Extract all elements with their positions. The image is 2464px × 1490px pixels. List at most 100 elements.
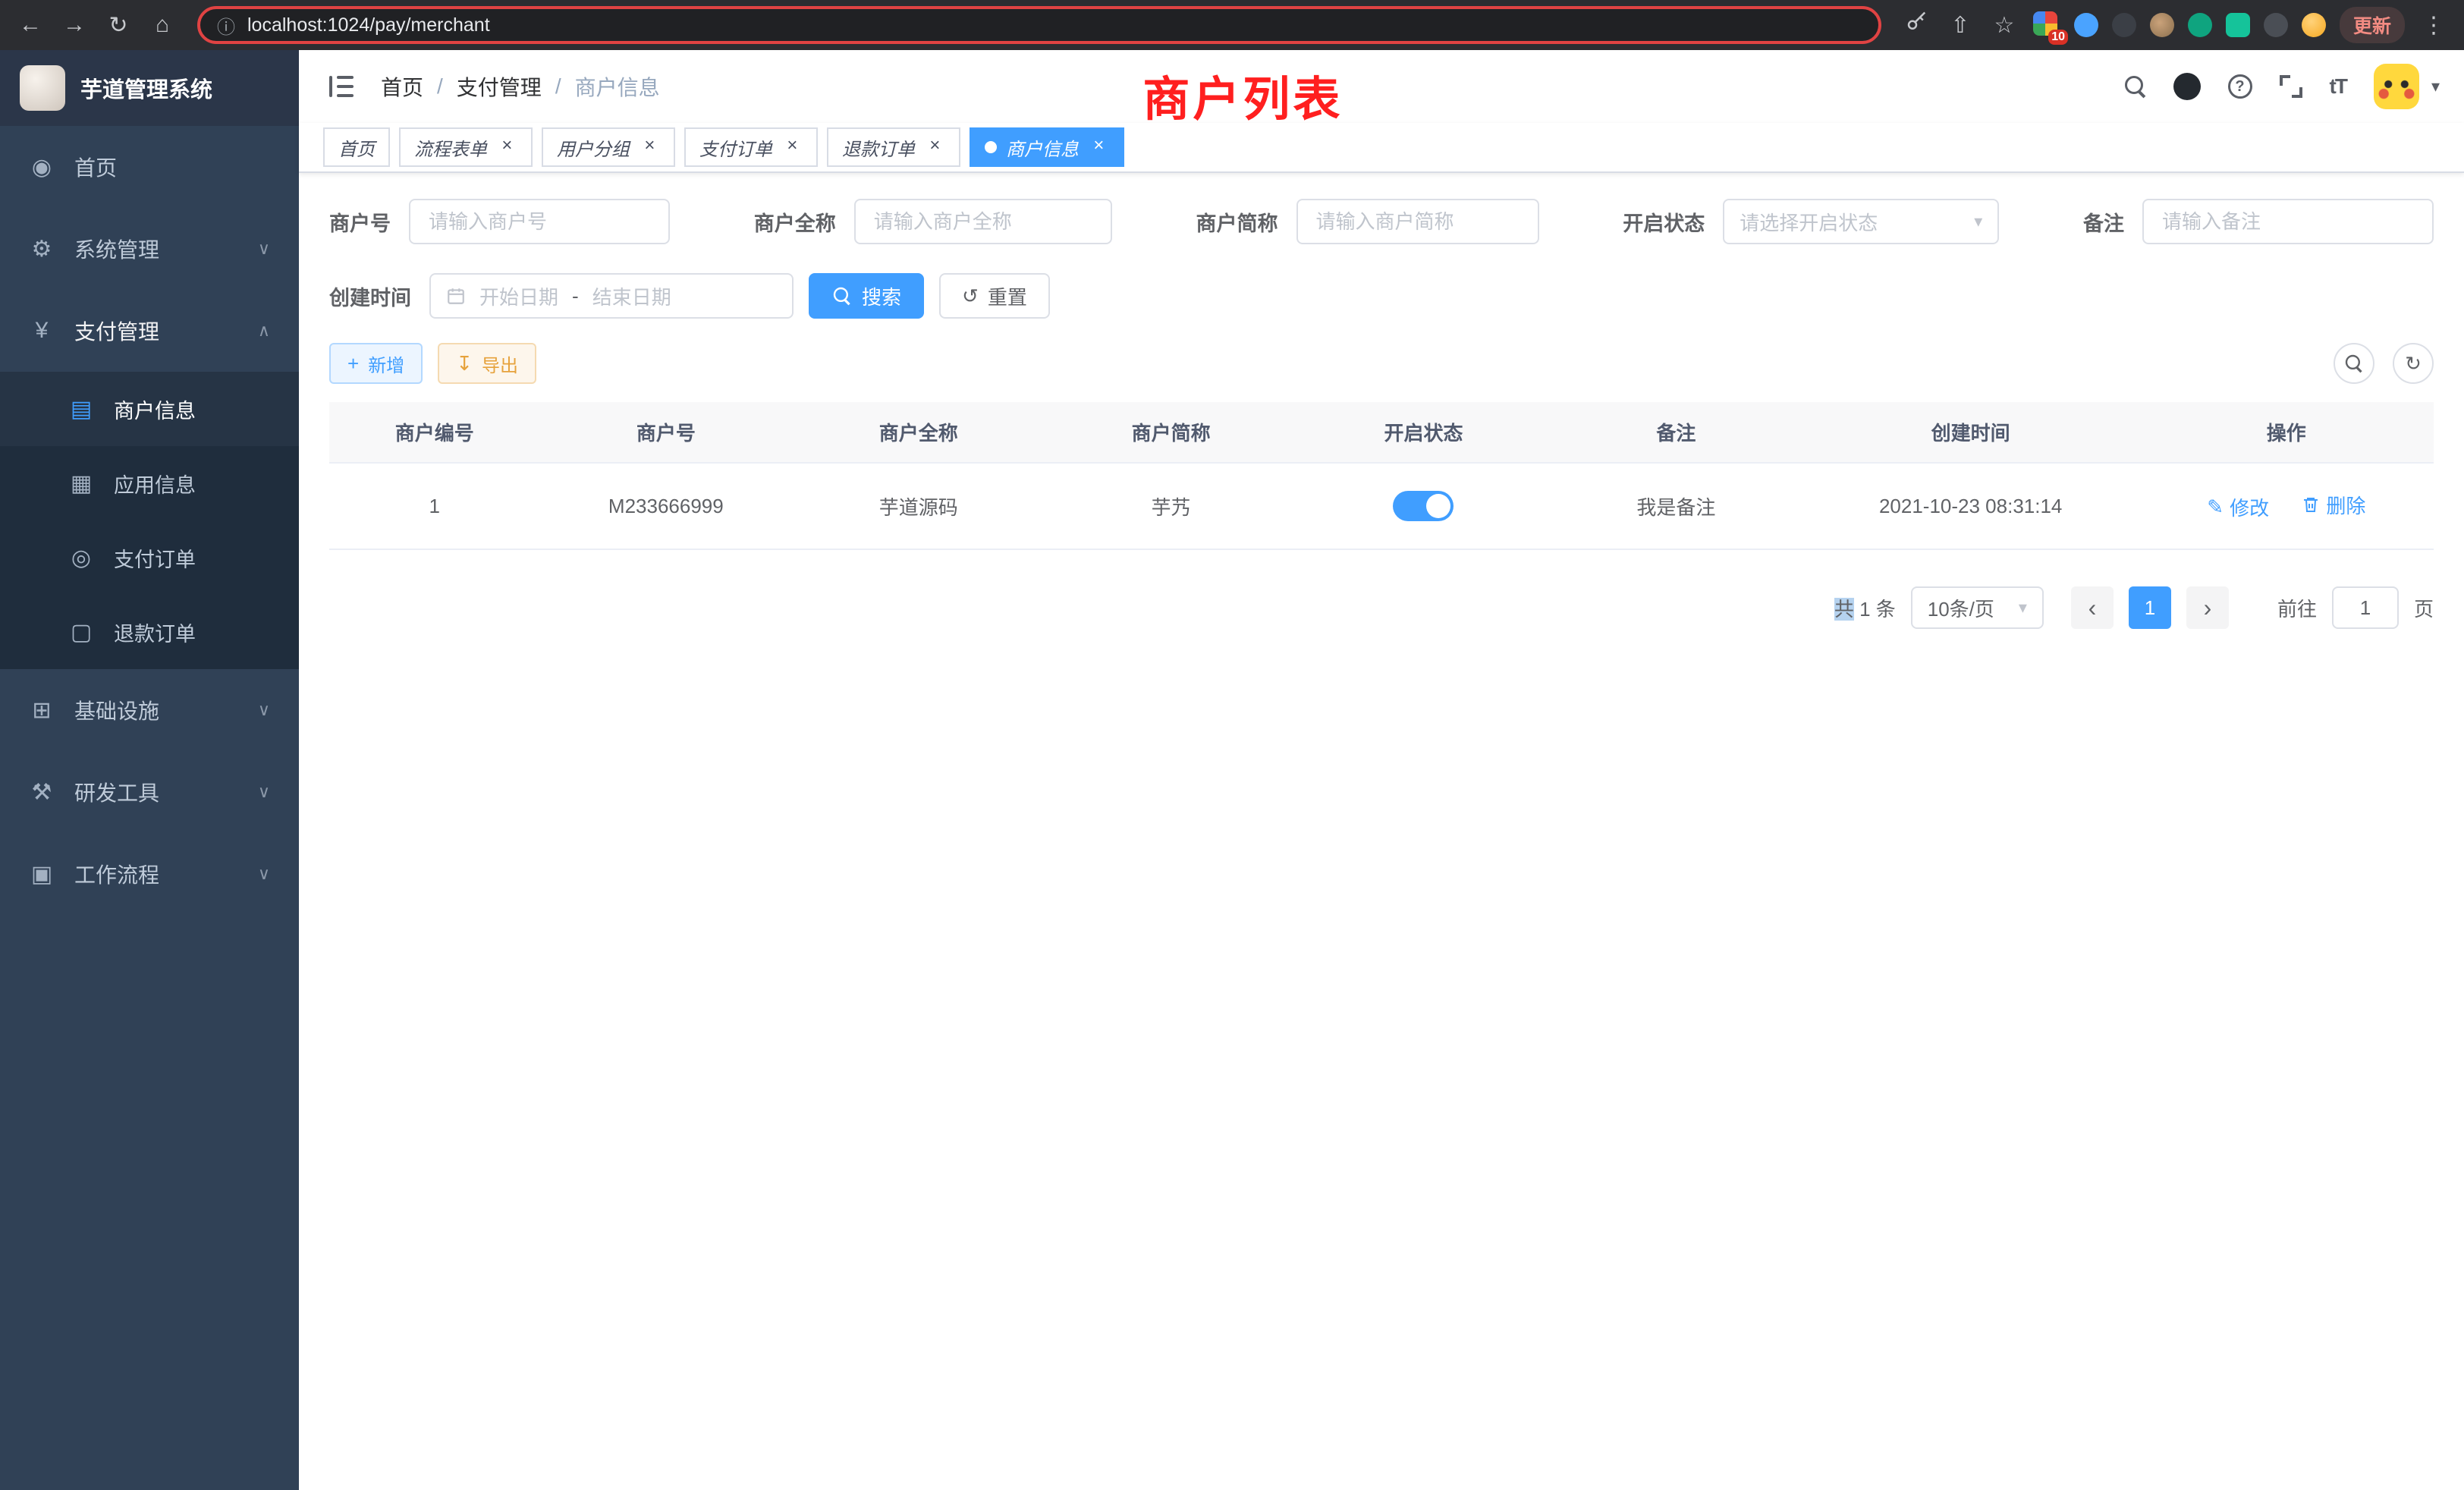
browser-profile-avatar[interactable] (2302, 13, 2326, 37)
extensions-icon[interactable]: 10 (2033, 11, 2060, 39)
extension-dark-icon[interactable] (2112, 13, 2136, 37)
sidebar-item-payment[interactable]: ¥ 支付管理 ∧ (0, 290, 299, 372)
reload-icon[interactable]: ↻ (103, 12, 134, 39)
reset-button[interactable]: ↺ 重置 (939, 273, 1050, 319)
tab-refund-order[interactable]: 退款订单 × (827, 127, 960, 167)
calendar-icon (446, 286, 466, 306)
column-header: 商户全称 (792, 402, 1045, 463)
extension-avatar-icon[interactable] (2150, 13, 2174, 37)
merchant-short-input[interactable] (1296, 199, 1539, 244)
sidebar-item-infra[interactable]: ⊞ 基础设施 ∨ (0, 669, 299, 751)
cell-merchant-no: M233666999 (539, 463, 792, 549)
tab-label: 商户信息 (1006, 134, 1079, 161)
filter-row-1: 商户号 商户全称 商户简称 开启状态 请选择开启状态 ▾ (329, 199, 2434, 244)
cell-operations: ✎ 修改 删除 (2139, 463, 2434, 549)
remark-input[interactable] (2142, 199, 2434, 244)
column-header: 商户号 (539, 402, 792, 463)
status-select[interactable]: 请选择开启状态 ▾ (1723, 199, 1999, 244)
column-header: 操作 (2139, 402, 2434, 463)
close-icon[interactable]: × (1088, 137, 1109, 158)
plus-icon: + (347, 354, 359, 373)
extension-green-square-icon[interactable] (2226, 13, 2250, 37)
share-icon[interactable]: ⇧ (1945, 12, 1975, 39)
fullscreen-icon[interactable] (2280, 75, 2302, 98)
gear-icon: ⚙ (29, 236, 55, 262)
toggle-search-button[interactable] (2334, 343, 2374, 384)
font-size-icon[interactable]: tT (2330, 74, 2346, 99)
sidebar-item-devtools[interactable]: ⚒ 研发工具 ∨ (0, 751, 299, 833)
refresh-table-button[interactable]: ↻ (2393, 343, 2434, 384)
extension-drop-icon[interactable] (2074, 13, 2098, 37)
download-icon: ↧ (456, 354, 473, 373)
yen-icon: ¥ (29, 318, 55, 344)
github-icon[interactable] (2173, 73, 2201, 100)
home-icon[interactable]: ⌂ (147, 12, 178, 38)
app-frame: 芋道管理系统 ◉ 首页 ⚙ 系统管理 ∨ ¥ 支付管理 ∧ ▤ 商户信息 ▦ 应… (0, 50, 2464, 1490)
tab-pay-order[interactable]: 支付订单 × (684, 127, 818, 167)
close-icon[interactable]: × (639, 137, 660, 158)
sidebar-item-system[interactable]: ⚙ 系统管理 ∨ (0, 208, 299, 290)
browser-update-button[interactable]: 更新 (2340, 7, 2405, 43)
forward-icon[interactable]: → (59, 12, 90, 38)
back-icon[interactable]: ← (15, 12, 46, 38)
sidebar-item-label: 工作流程 (74, 859, 159, 889)
browser-menu-kebab-icon[interactable]: ⋮ (2418, 12, 2449, 39)
search-icon[interactable] (2125, 76, 2146, 97)
next-page-button[interactable]: › (2186, 586, 2229, 629)
close-icon[interactable]: × (924, 137, 945, 158)
breadcrumb-home[interactable]: 首页 (381, 71, 423, 102)
bookmark-star-icon[interactable]: ☆ (1989, 12, 2019, 39)
add-button[interactable]: + 新增 (329, 343, 423, 384)
export-button[interactable]: ↧ 导出 (438, 343, 536, 384)
address-bar[interactable]: ⓘ localhost:1024/pay/merchant (197, 6, 1881, 44)
status-toggle[interactable] (1393, 491, 1454, 521)
help-icon[interactable]: ? (2228, 74, 2252, 99)
tab-process-form[interactable]: 流程表单 × (399, 127, 533, 167)
sidebar-item-workflow[interactable]: ▣ 工作流程 ∨ (0, 833, 299, 915)
toolbar-right: ↻ (2334, 343, 2434, 384)
delete-link-label: 删除 (2326, 491, 2365, 519)
sidebar-item-app-info[interactable]: ▦ 应用信息 (0, 446, 299, 520)
prev-page-button[interactable]: ‹ (2071, 586, 2114, 629)
tab-home[interactable]: 首页 (323, 127, 390, 167)
key-icon[interactable] (1901, 11, 1931, 39)
breadcrumb-payment[interactable]: 支付管理 (457, 71, 542, 102)
merchant-name-input[interactable] (854, 199, 1112, 244)
start-date-placeholder: 开始日期 (479, 282, 558, 310)
tab-label: 支付订单 (699, 134, 772, 161)
column-header: 开启状态 (1297, 402, 1550, 463)
delete-link[interactable]: 删除 (2302, 491, 2365, 519)
pagination: 共 1 条 10条/页 ▾ ‹ 1 › 前往 页 (329, 586, 2434, 629)
create-time-range-picker[interactable]: 开始日期 - 结束日期 (429, 273, 794, 319)
goto-page-input[interactable] (2332, 586, 2399, 629)
tools-icon: ⚒ (29, 779, 55, 806)
cell-short-name: 芋艿 (1045, 463, 1297, 549)
pagination-total: 共 1 条 (1834, 594, 1896, 622)
site-info-icon[interactable]: ⓘ (217, 12, 235, 39)
sidebar-item-home[interactable]: ◉ 首页 (0, 126, 299, 208)
extension-green-icon[interactable] (2188, 13, 2212, 37)
status-select-placeholder: 请选择开启状态 (1740, 208, 1878, 236)
app-logo[interactable]: 芋道管理系统 (0, 50, 299, 126)
sidebar-item-pay-order[interactable]: ◎ 支付订单 (0, 520, 299, 595)
extension-pinwheel-icon[interactable] (2264, 13, 2288, 37)
sidebar-item-merchant-info[interactable]: ▤ 商户信息 (0, 372, 299, 446)
close-icon[interactable]: × (781, 137, 803, 158)
reset-refresh-icon: ↺ (962, 286, 979, 306)
close-icon[interactable]: × (496, 137, 517, 158)
merchant-no-input[interactable] (409, 199, 670, 244)
caret-down-icon[interactable]: ▾ (2431, 77, 2440, 96)
search-button[interactable]: 搜索 (809, 273, 924, 319)
sidebar-item-refund-order[interactable]: ▢ 退款订单 (0, 595, 299, 669)
tab-merchant-info[interactable]: 商户信息 × (970, 127, 1124, 167)
edit-link[interactable]: ✎ 修改 (2207, 493, 2269, 521)
page-1-button[interactable]: 1 (2129, 586, 2171, 629)
user-avatar[interactable] (2374, 64, 2419, 109)
page-size-select[interactable]: 10条/页 ▾ (1911, 586, 2044, 629)
tab-user-group[interactable]: 用户分组 × (542, 127, 675, 167)
tab-label: 流程表单 (414, 134, 487, 161)
chevron-down-icon: ∨ (258, 782, 270, 802)
sidebar-toggle-icon[interactable] (323, 70, 360, 103)
cell-merchant-id: 1 (329, 463, 539, 549)
search-icon (2346, 355, 2362, 372)
